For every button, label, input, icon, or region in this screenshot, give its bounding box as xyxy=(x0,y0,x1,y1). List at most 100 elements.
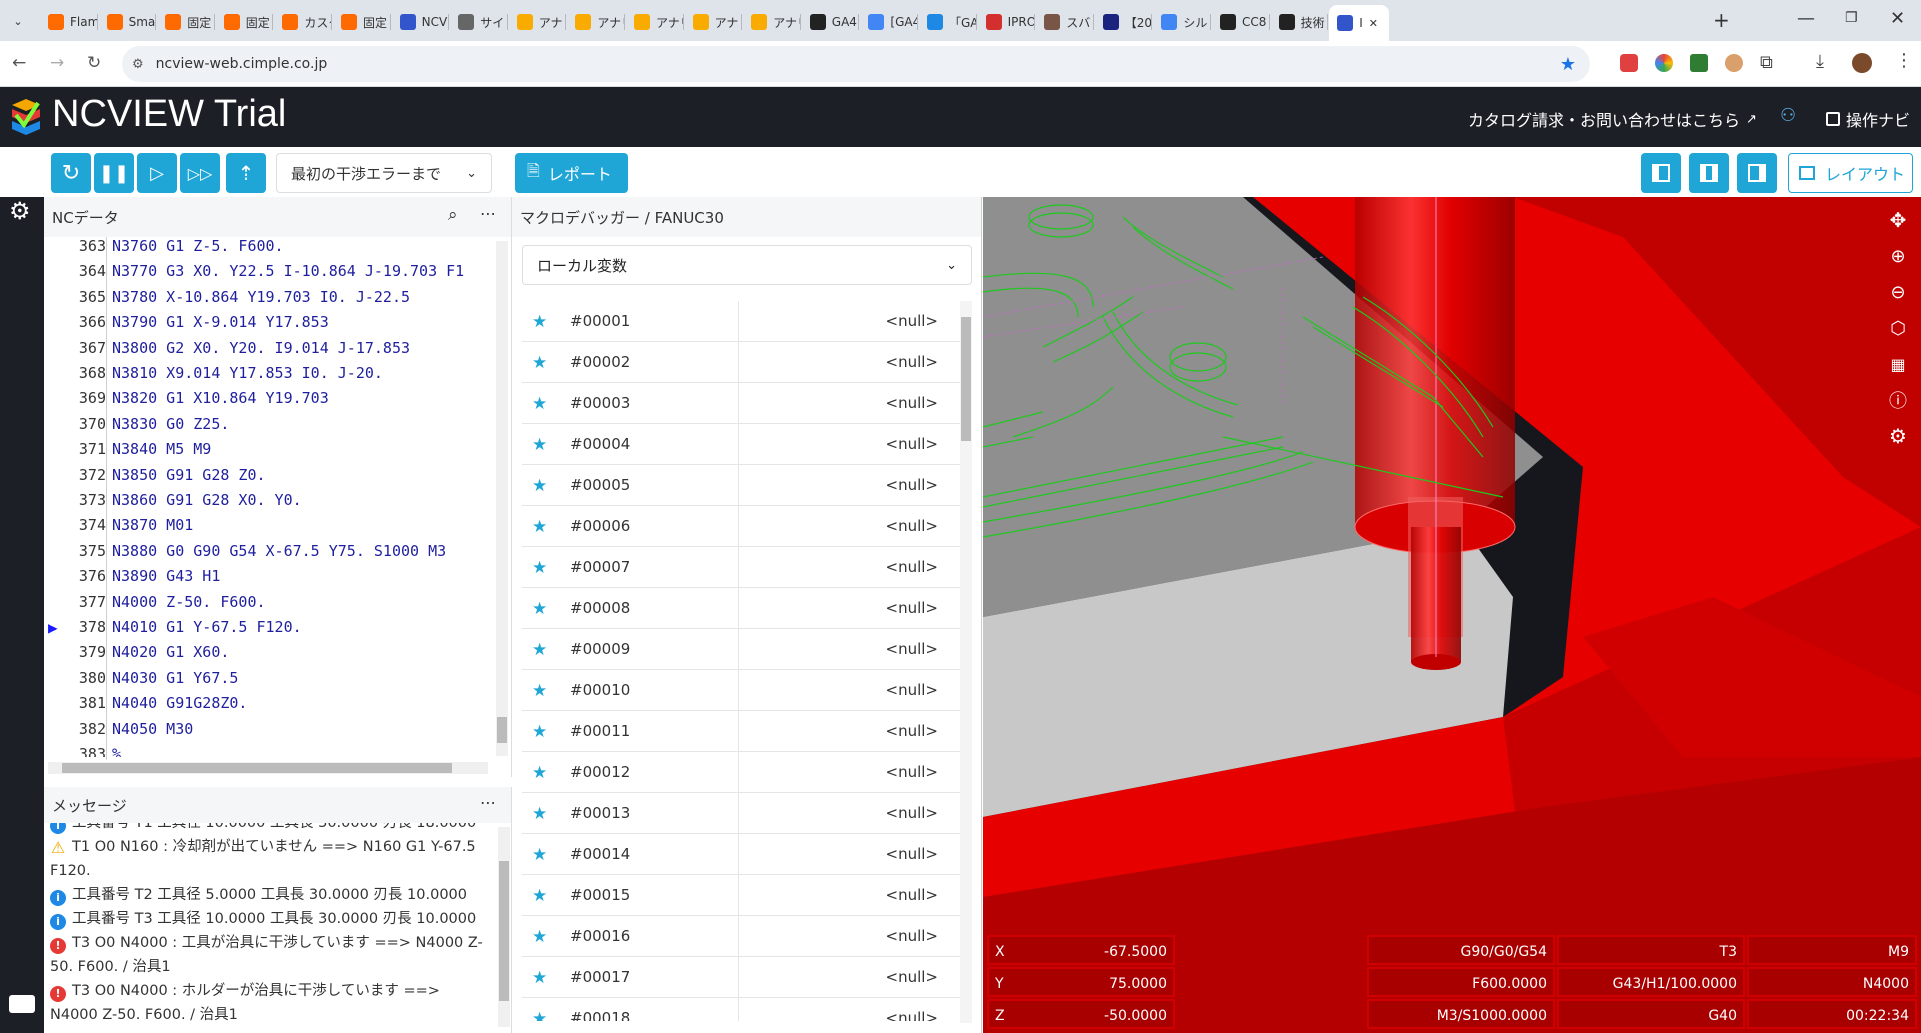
browser-tab[interactable]: アナリ xyxy=(509,8,565,36)
settings-gear-icon[interactable]: ⚙ xyxy=(9,197,31,225)
site-info-icon[interactable]: ⚙ xyxy=(132,57,144,72)
nav-checkbox[interactable] xyxy=(1826,112,1840,126)
variable-row[interactable]: ★ #00006 <null> xyxy=(522,506,968,547)
nc-line[interactable]: 375 N3880 G0 G90 G54 X-67.5 Y75. S1000 M3 xyxy=(44,539,494,564)
nc-line[interactable]: 369 N3820 G1 X10.864 Y19.703 xyxy=(44,386,494,411)
variable-scroll-thumb[interactable] xyxy=(961,317,971,441)
browser-tab[interactable]: 固定 xyxy=(333,8,390,36)
watch-star-icon[interactable]: ★ xyxy=(532,968,547,988)
3d-viewport[interactable]: ✥ ⊕ ⊖ ⬡ ▦ ⓘ ⚙ X -67.5000 G90/G0/G54 T3 M9 Y 75… xyxy=(983,197,1921,1033)
new-tab-icon[interactable]: + xyxy=(1713,8,1730,32)
nc-line[interactable]: 363 N3760 G1 Z-5. F600. xyxy=(44,237,494,259)
variable-row[interactable]: ★ #00014 <null> xyxy=(522,834,968,875)
more-icon[interactable]: ⋯ xyxy=(480,793,496,812)
watch-star-icon[interactable]: ★ xyxy=(532,763,547,783)
nc-line[interactable]: 364 N3770 G3 X0. Y22.5 I-10.864 J-19.703 … xyxy=(44,259,494,284)
close-window-icon[interactable]: ✕ xyxy=(1890,8,1905,29)
minimize-icon[interactable]: — xyxy=(1797,8,1815,29)
browser-tab[interactable]: シル xyxy=(1153,8,1210,36)
browser-tab[interactable]: 「GA xyxy=(919,8,976,36)
download-icon[interactable]: ⤓ xyxy=(1816,51,1824,72)
browser-tab[interactable]: GA4 xyxy=(802,8,859,36)
watch-star-icon[interactable]: ★ xyxy=(532,804,547,824)
nc-line[interactable]: 380 N4030 G1 Y67.5 xyxy=(44,666,494,691)
watch-star-icon[interactable]: ★ xyxy=(532,312,547,332)
message-scroll-thumb[interactable] xyxy=(499,861,509,1001)
nc-line[interactable]: 381 N4040 G91G28Z0. xyxy=(44,691,494,716)
watch-star-icon[interactable]: ★ xyxy=(532,435,547,455)
nc-line[interactable]: 374 N3870 M01 xyxy=(44,513,494,538)
nc-line[interactable]: 367 N3800 G2 X0. Y20. I9.014 J-17.853 xyxy=(44,336,494,361)
variable-row[interactable]: ★ #00005 <null> xyxy=(522,465,968,506)
tab-search-icon[interactable]: ⌄ xyxy=(8,11,28,31)
layout-button[interactable]: レイアウト xyxy=(1788,153,1913,193)
variable-row[interactable]: ★ #00017 <null> xyxy=(522,957,968,998)
variable-row[interactable]: ★ #00004 <null> xyxy=(522,424,968,465)
bookmark-star-icon[interactable]: ★ xyxy=(1560,54,1576,75)
variable-row[interactable]: ★ #00001 <null> xyxy=(522,301,968,342)
reload-icon[interactable]: ↻ xyxy=(87,53,101,73)
watch-star-icon[interactable]: ★ xyxy=(532,353,547,373)
pan-move-icon[interactable]: ✥ xyxy=(1883,205,1913,235)
variable-row[interactable]: ★ #00002 <null> xyxy=(522,342,968,383)
variable-row[interactable]: ★ #00010 <null> xyxy=(522,670,968,711)
browser-tab[interactable]: アナリ xyxy=(743,8,800,36)
variable-row[interactable]: ★ #00011 <null> xyxy=(522,711,968,752)
variable-row[interactable]: ★ #00007 <null> xyxy=(522,547,968,588)
variable-scrollbar[interactable] xyxy=(960,301,972,1023)
cube-view-icon[interactable]: ⬡ xyxy=(1883,313,1913,343)
nc-line[interactable]: 366 N3790 G1 X-9.014 Y17.853 xyxy=(44,310,494,335)
layout-center-button[interactable] xyxy=(1689,153,1729,193)
browser-tab[interactable]: 固定 xyxy=(157,8,214,36)
nav-toggle[interactable]: 操作ナビ xyxy=(1826,107,1910,131)
nc-line[interactable]: 376 N3890 G43 H1 xyxy=(44,564,494,589)
variable-row[interactable]: ★ #00018 <null> xyxy=(522,998,968,1021)
run-mode-select[interactable]: 最初の干渉エラーまで ⌄ xyxy=(276,153,492,193)
play-button[interactable]: ▷ xyxy=(137,153,177,193)
browser-tab[interactable]: NCV xyxy=(392,8,449,36)
variable-row[interactable]: ★ #00003 <null> xyxy=(522,383,968,424)
step-up-button[interactable]: ⇡ xyxy=(226,153,266,193)
tab-active[interactable]: I ✕ xyxy=(1329,5,1390,41)
more-icon[interactable]: ⋯ xyxy=(480,204,496,223)
nc-line[interactable]: 373 N3860 G91 G28 X0. Y0. xyxy=(44,488,494,513)
browser-tab[interactable]: Sma xyxy=(99,8,155,36)
variable-row[interactable]: ★ #00008 <null> xyxy=(522,588,968,629)
watch-star-icon[interactable]: ★ xyxy=(532,558,547,578)
nc-line[interactable]: 371 N3840 M5 M9 xyxy=(44,437,494,462)
layout-right-button[interactable] xyxy=(1737,153,1777,193)
variable-scope-select[interactable]: ローカル変数 ⌄ xyxy=(522,245,972,285)
watch-star-icon[interactable]: ★ xyxy=(532,845,547,865)
browser-tab[interactable]: 【202 xyxy=(1095,8,1151,36)
browser-tab[interactable]: アナリ xyxy=(567,8,624,36)
nc-line[interactable]: ▶ 378 N4010 G1 Y-67.5 F120. xyxy=(44,615,494,640)
extension-icon[interactable] xyxy=(1725,54,1743,72)
nc-line[interactable]: 365 N3780 X-10.864 Y19.703 I0. J-22.5 xyxy=(44,285,494,310)
browser-menu-icon[interactable]: ⋮ xyxy=(1895,50,1913,71)
watch-star-icon[interactable]: ★ xyxy=(532,886,547,906)
view-settings-gear-icon[interactable]: ⚙ xyxy=(1883,421,1913,451)
url-bar[interactable]: ⚙ ncview-web.cimple.co.jp ★ xyxy=(122,46,1590,82)
fast-forward-button[interactable]: ▷▷ xyxy=(180,153,220,193)
watch-star-icon[interactable]: ★ xyxy=(532,640,547,660)
nc-line[interactable]: 368 N3810 X9.014 Y17.853 I0. J-20. xyxy=(44,361,494,386)
variable-row[interactable]: ★ #00009 <null> xyxy=(522,629,968,670)
message-scrollbar[interactable] xyxy=(498,827,510,1027)
help-icon[interactable]: ⓘ xyxy=(1883,385,1913,415)
variable-row[interactable]: ★ #00015 <null> xyxy=(522,875,968,916)
nc-line[interactable]: 383% xyxy=(44,742,494,757)
search-icon[interactable]: ⌕ xyxy=(448,205,458,225)
catalog-link[interactable]: カタログ請求・お問い合わせはこちら ↗ xyxy=(1468,107,1757,131)
nc-code-list[interactable]: 363 N3760 G1 Z-5. F600. 364 N3770 G3 X0. Y2… xyxy=(44,237,496,757)
browser-tab[interactable]: IPRO xyxy=(978,8,1034,36)
nc-line[interactable]: 382 N4050 M30 xyxy=(44,717,494,742)
variable-row[interactable]: ★ #00012 <null> xyxy=(522,752,968,793)
close-tab-icon[interactable]: ✕ xyxy=(1369,17,1378,30)
layout-left-button[interactable] xyxy=(1641,153,1681,193)
user-settings-icon[interactable]: ⚇ xyxy=(1780,105,1796,126)
watch-star-icon[interactable]: ★ xyxy=(532,1009,547,1021)
browser-tab[interactable]: Flam xyxy=(40,8,97,36)
nc-vertical-scrollbar[interactable] xyxy=(496,241,508,756)
reset-button[interactable]: ↻ xyxy=(51,153,91,193)
browser-tab[interactable]: 固定 xyxy=(216,8,273,36)
